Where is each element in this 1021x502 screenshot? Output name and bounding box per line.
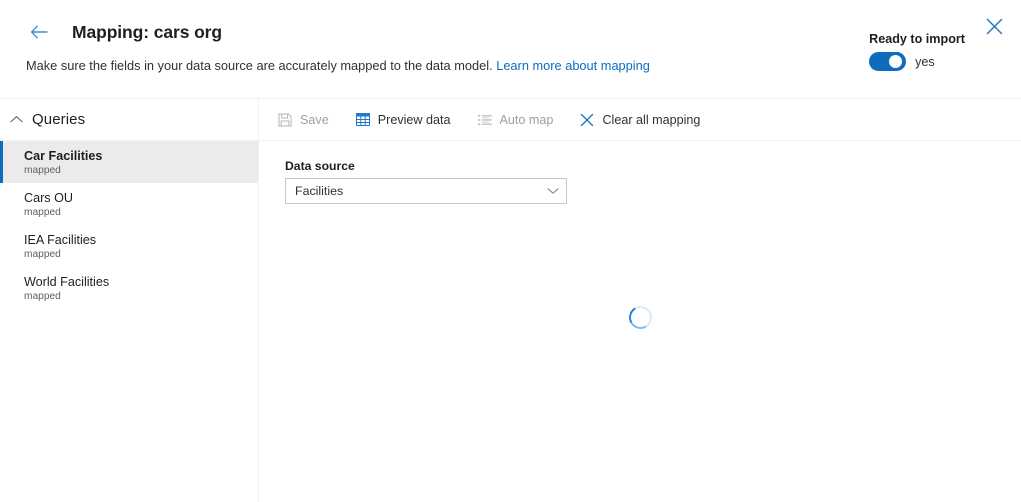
queries-section-title: Queries <box>32 111 86 128</box>
ready-to-import-group: Ready to import yes <box>869 31 965 71</box>
mapping-main-pane: Save Preview data Auto map Clear all map… <box>259 99 1021 502</box>
save-icon <box>277 112 293 128</box>
page-header: Mapping: cars org Make sure the fields i… <box>0 0 1021 99</box>
query-list-item[interactable]: Car Facilities mapped <box>0 141 258 183</box>
query-name: Car Facilities <box>24 149 103 163</box>
close-icon <box>579 112 595 128</box>
mapping-toolbar: Save Preview data Auto map Clear all map… <box>259 99 1021 141</box>
learn-more-link[interactable]: Learn more about mapping <box>496 58 650 73</box>
ready-to-import-toggle[interactable] <box>869 52 907 71</box>
toggle-knob <box>889 55 903 68</box>
preview-data-button[interactable]: Preview data <box>347 105 459 135</box>
auto-map-button-label: Auto map <box>499 112 554 127</box>
body-container: Queries Car Facilities mapped Cars OU ma… <box>0 99 1021 502</box>
data-source-value: Facilities <box>295 184 344 198</box>
query-name: Cars OU <box>24 191 73 205</box>
loading-indicator <box>259 303 1021 332</box>
auto-map-button[interactable]: Auto map <box>469 105 562 135</box>
table-grid-icon <box>355 112 371 128</box>
header-title-row: Mapping: cars org <box>0 0 1021 48</box>
query-status: mapped <box>24 291 61 302</box>
list-icon <box>477 112 493 128</box>
toggle-value-label: yes <box>915 54 935 69</box>
queries-sidebar: Queries Car Facilities mapped Cars OU ma… <box>0 99 259 502</box>
clear-all-mapping-button-label: Clear all mapping <box>602 112 701 127</box>
query-status: mapped <box>24 165 61 176</box>
data-source-dropdown[interactable]: Facilities <box>285 178 567 204</box>
query-list-item[interactable]: World Facilities mapped <box>0 267 258 309</box>
header-subtitle: Make sure the fields in your data source… <box>26 58 650 73</box>
query-name: IEA Facilities <box>24 233 97 247</box>
data-source-label: Data source <box>285 159 355 173</box>
ready-to-import-toggle-row: yes <box>869 52 965 71</box>
query-list-item[interactable]: IEA Facilities mapped <box>0 225 258 267</box>
preview-data-button-label: Preview data <box>377 112 451 127</box>
header-subtitle-text: Make sure the fields in your data source… <box>26 58 497 73</box>
mapping-content-area: Data source Facilities <box>259 141 1021 332</box>
save-button-label: Save <box>300 112 329 127</box>
page-title: Mapping: cars org <box>72 21 222 42</box>
query-status: mapped <box>24 249 61 260</box>
arrow-left-icon[interactable] <box>26 19 52 45</box>
ready-to-import-label: Ready to import <box>869 32 965 46</box>
query-list: Car Facilities mapped Cars OU mapped IEA… <box>0 141 258 309</box>
query-name: World Facilities <box>24 275 110 289</box>
query-status: mapped <box>24 207 61 218</box>
clear-all-mapping-button[interactable]: Clear all mapping <box>571 105 708 135</box>
close-icon[interactable] <box>981 13 1007 39</box>
spinner-icon <box>625 303 655 332</box>
chevron-down-icon <box>547 185 559 197</box>
chevron-up-icon <box>8 112 24 128</box>
queries-section-header[interactable]: Queries <box>0 99 258 141</box>
query-list-item[interactable]: Cars OU mapped <box>0 183 258 225</box>
save-button[interactable]: Save <box>269 105 337 135</box>
